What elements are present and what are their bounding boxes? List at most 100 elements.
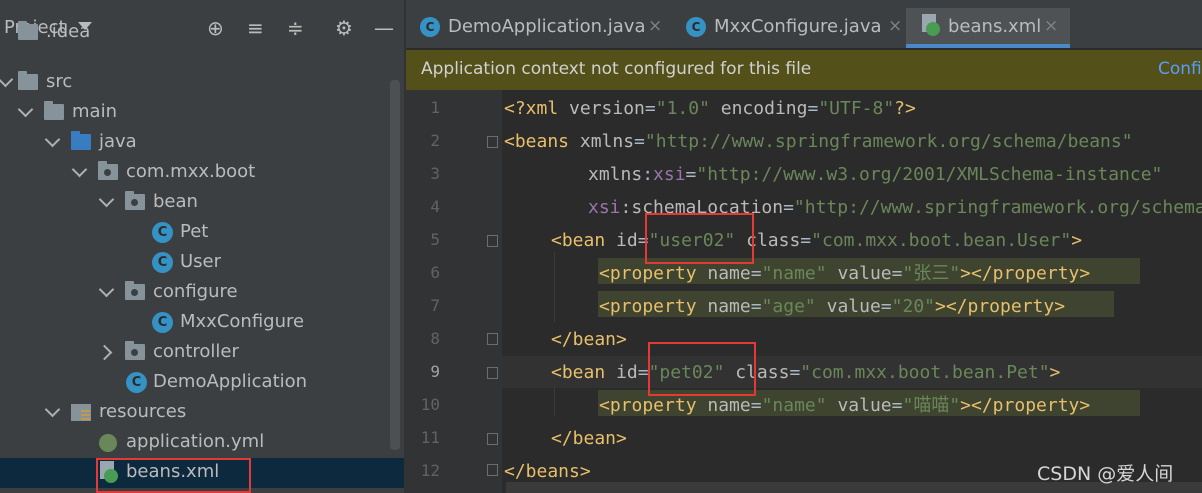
line-number: 3 <box>430 164 440 183</box>
tree-item-com-mxx-boot[interactable]: com.mxx.boot <box>0 158 404 188</box>
chevron-down-icon[interactable] <box>44 401 61 418</box>
folder-icon <box>18 21 38 40</box>
xml-tag: </bean> <box>551 329 627 350</box>
close-icon[interactable]: × <box>888 16 902 36</box>
tree-item-label: DemoApplication <box>153 371 308 392</box>
chevron-down-icon[interactable] <box>98 191 115 208</box>
code-line: <property name="age" value="20"></proper… <box>599 290 1065 323</box>
xml-attr: name <box>707 395 751 416</box>
chevron-down-icon[interactable] <box>44 131 61 148</box>
close-icon[interactable]: × <box>1044 16 1058 36</box>
xml-eq: = <box>891 263 903 284</box>
xml-tag: ?> <box>894 98 916 119</box>
xml-eq: = <box>807 98 819 119</box>
yaml-config-icon <box>99 434 117 452</box>
tree-item-resources[interactable]: resources <box>0 398 404 428</box>
tree-item-label: application.yml <box>126 431 265 452</box>
tree-item-main[interactable]: main <box>0 98 404 128</box>
tab-label: MxxConfigure.java <box>714 16 882 37</box>
tree-item-label: User <box>180 251 222 272</box>
tree-item-mxxconfigure[interactable]: C MxxConfigure <box>0 308 404 338</box>
tree-item-java[interactable]: java <box>0 128 404 158</box>
xml-attr: name <box>707 296 751 317</box>
xml-tag: </beans> <box>504 461 591 482</box>
chevron-down-icon[interactable] <box>98 281 115 298</box>
xml-string: "age" <box>761 296 816 317</box>
class-icon: C <box>420 17 440 37</box>
editor-area: C DemoApplication.java × C MxxConfigure.… <box>406 0 1202 493</box>
tree-item-label: controller <box>153 341 239 362</box>
class-icon: C <box>686 17 706 37</box>
tab-demoapplication-java[interactable]: C DemoApplication.java × <box>406 8 668 46</box>
line-number: 6 <box>430 263 440 282</box>
line-number: 8 <box>430 329 440 348</box>
editor-tab-bar: C DemoApplication.java × C MxxConfigure.… <box>406 0 1202 48</box>
tree-item-pet[interactable]: C Pet <box>0 218 404 248</box>
tab-mxxconfigure-java[interactable]: C MxxConfigure.java × <box>672 8 904 46</box>
tree-item-demoapplication[interactable]: C DemoApplication <box>0 368 404 398</box>
tree-item-label: bean <box>153 191 198 212</box>
xml-string: "http://www.springframework.org/schema/b… <box>793 197 1202 218</box>
code-line: </bean> <box>551 323 627 356</box>
annotation-box <box>96 458 251 493</box>
fold-marker-icon[interactable] <box>487 136 498 148</box>
xml-tag: > <box>1071 230 1083 251</box>
project-scrollbar[interactable] <box>390 80 400 450</box>
fold-marker-icon[interactable] <box>487 464 498 476</box>
package-icon <box>125 191 145 210</box>
xml-attr: value <box>826 395 892 416</box>
source-folder-icon <box>71 131 91 150</box>
chevron-down-icon[interactable] <box>17 101 34 118</box>
package-icon <box>98 161 118 180</box>
tree-item-label: Pet <box>180 221 209 242</box>
tree-item-controller[interactable]: controller <box>0 338 404 368</box>
xml-eq: = <box>644 98 656 119</box>
xml-string: "com.mxx.boot.bean.Pet" <box>800 362 1050 383</box>
spring-xml-icon <box>920 14 940 36</box>
line-number: 2 <box>430 131 440 150</box>
chevron-down-icon[interactable] <box>71 161 88 178</box>
code-line: <bean id="pet02" class="com.mxx.boot.bea… <box>551 356 1060 389</box>
line-number: 11 <box>420 428 440 447</box>
close-icon[interactable]: × <box>648 16 662 36</box>
spring-boot-class-icon: C <box>126 372 147 393</box>
package-icon <box>125 341 145 360</box>
configure-link[interactable]: Confi <box>1158 59 1202 79</box>
xml-tag: > <box>1049 362 1061 383</box>
code-line: <beans xmlns="http://www.springframework… <box>504 125 1133 158</box>
xml-attr: xmlns <box>588 164 643 185</box>
tree-item-user[interactable]: C User <box>0 248 404 278</box>
chevron-right-icon[interactable] <box>96 344 113 361</box>
xml-tag: <bean <box>551 362 617 383</box>
folder-icon <box>44 101 64 120</box>
project-tool-window: Project ⊕ ≡ ≑ ⚙ — .idea src main java <box>0 0 404 493</box>
xml-attr: version <box>569 98 645 119</box>
fold-marker-icon[interactable] <box>487 433 498 445</box>
tree-item-label: com.mxx.boot <box>126 161 256 182</box>
xml-eq: = <box>880 296 892 317</box>
tree-item-configure[interactable]: configure <box>0 278 404 308</box>
xml-namespace: xsi <box>588 197 621 218</box>
xml-attr: id <box>616 230 638 251</box>
tree-item-idea[interactable]: .idea <box>0 18 404 48</box>
line-number: 9 <box>430 362 440 381</box>
tree-item-src[interactable]: src <box>0 68 404 98</box>
code-line: <?xml version="1.0" encoding="UTF-8"?> <box>504 92 916 125</box>
tree-item-application-yml[interactable]: application.yml <box>0 428 404 458</box>
tab-beans-xml[interactable]: beans.xml × <box>906 8 1070 48</box>
fold-marker-icon[interactable] <box>487 235 498 247</box>
fold-marker-icon[interactable] <box>487 333 498 345</box>
tree-item-bean[interactable]: bean <box>0 188 404 218</box>
banner-message: Application context not configured for t… <box>421 59 812 79</box>
xml-tag: <beans <box>504 131 580 152</box>
notification-banner: Application context not configured for t… <box>406 50 1202 90</box>
annotation-box <box>645 213 754 264</box>
chevron-down-icon[interactable] <box>0 71 14 88</box>
class-icon: C <box>152 312 173 333</box>
xml-tag: <property <box>599 395 708 416</box>
xml-tag: <?xml <box>504 98 570 119</box>
fold-marker-icon[interactable] <box>487 367 498 379</box>
tree-item-label: .idea <box>46 21 91 42</box>
xml-attr: xmlns <box>579 131 635 152</box>
xml-tag: <bean <box>551 230 617 251</box>
